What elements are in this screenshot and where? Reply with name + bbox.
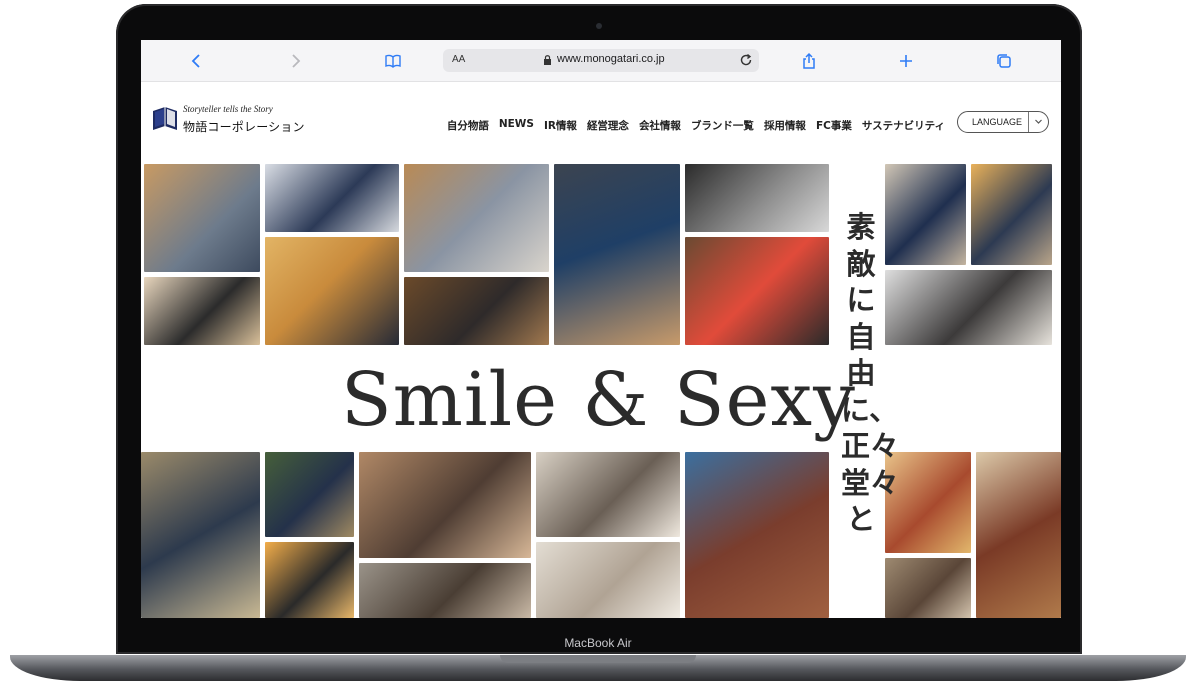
logo-name[interactable]: 物語コーポレーション bbox=[183, 118, 305, 135]
reload-icon[interactable] bbox=[739, 53, 753, 67]
hero-photo bbox=[685, 237, 829, 345]
hero-photo bbox=[404, 277, 549, 345]
nav-item-news[interactable]: NEWS bbox=[499, 118, 534, 133]
nav-item-sustainability[interactable]: サステナビリティ bbox=[862, 118, 945, 133]
language-divider bbox=[1028, 112, 1029, 132]
browser-toolbar: AA www.monogatari.co.jp bbox=[141, 40, 1061, 82]
browser-screen: AA www.monogatari.co.jp Storyteller tell… bbox=[141, 40, 1061, 618]
hero-photo bbox=[265, 452, 354, 537]
hero-photo bbox=[685, 452, 829, 618]
nav-item-company[interactable]: 会社情報 bbox=[639, 118, 681, 133]
hero-photo bbox=[265, 164, 399, 232]
hero-photo bbox=[885, 270, 1052, 345]
nav-item-philosophy[interactable]: 経営理念 bbox=[587, 118, 629, 133]
back-icon[interactable] bbox=[188, 52, 206, 70]
hero-photo bbox=[536, 542, 680, 618]
site-header: Storyteller tells the Story 物語コーポレーション 自… bbox=[141, 81, 1061, 161]
url-text: www.monogatari.co.jp bbox=[557, 53, 665, 65]
text-size-button[interactable]: AA bbox=[452, 54, 465, 65]
language-button[interactable]: LANGUAGE bbox=[957, 111, 1049, 133]
hero-photo bbox=[141, 452, 260, 618]
device-label: MacBook Air bbox=[564, 636, 632, 650]
hero-photo bbox=[265, 542, 354, 618]
hero-photo bbox=[404, 164, 549, 272]
address-bar[interactable]: AA www.monogatari.co.jp bbox=[443, 49, 759, 72]
hero-photo bbox=[554, 164, 680, 345]
bookmarks-icon[interactable] bbox=[384, 52, 402, 70]
hero-photo bbox=[359, 563, 531, 618]
nav-item-fc[interactable]: FC事業 bbox=[816, 118, 852, 133]
main-nav: 自分物語 NEWS IR情報 経営理念 会社情報 ブランド一覧 採用情報 FC事… bbox=[447, 118, 945, 133]
nav-item-recruit[interactable]: 採用情報 bbox=[764, 118, 806, 133]
hero-photo bbox=[685, 164, 829, 232]
laptop-hinge-notch bbox=[500, 655, 696, 663]
book-logo-icon[interactable] bbox=[151, 103, 179, 133]
tabs-icon[interactable] bbox=[995, 52, 1013, 70]
forward-icon[interactable] bbox=[286, 52, 304, 70]
hero-photo bbox=[885, 558, 971, 618]
hero-section: Smile & Sexy 素敵に自由に、正々堂々と bbox=[141, 161, 1061, 618]
new-tab-icon[interactable] bbox=[897, 52, 915, 70]
chevron-down-icon bbox=[1035, 119, 1042, 124]
hero-photo bbox=[536, 452, 680, 537]
hero-title: Smile & Sexy bbox=[341, 357, 856, 443]
hero-photo bbox=[885, 164, 966, 265]
hero-photo bbox=[976, 452, 1061, 618]
hero-photo bbox=[971, 164, 1052, 265]
hero-photo bbox=[144, 277, 260, 345]
hero-photo bbox=[144, 164, 260, 272]
camera-icon bbox=[596, 23, 602, 29]
nav-item-ir[interactable]: IR情報 bbox=[544, 118, 577, 133]
language-label: LANGUAGE bbox=[972, 117, 1023, 127]
hero-photo bbox=[265, 237, 399, 345]
nav-item-brands[interactable]: ブランド一覧 bbox=[691, 118, 754, 133]
nav-item-jibun-monogatari[interactable]: 自分物語 bbox=[447, 118, 489, 133]
share-icon[interactable] bbox=[800, 52, 818, 70]
lock-icon bbox=[544, 55, 551, 65]
logo-tagline: Storyteller tells the Story bbox=[183, 104, 273, 114]
hero-photo bbox=[359, 452, 531, 558]
hero-vertical-copy: 素敵に自由に、正々堂々と bbox=[841, 210, 900, 536]
